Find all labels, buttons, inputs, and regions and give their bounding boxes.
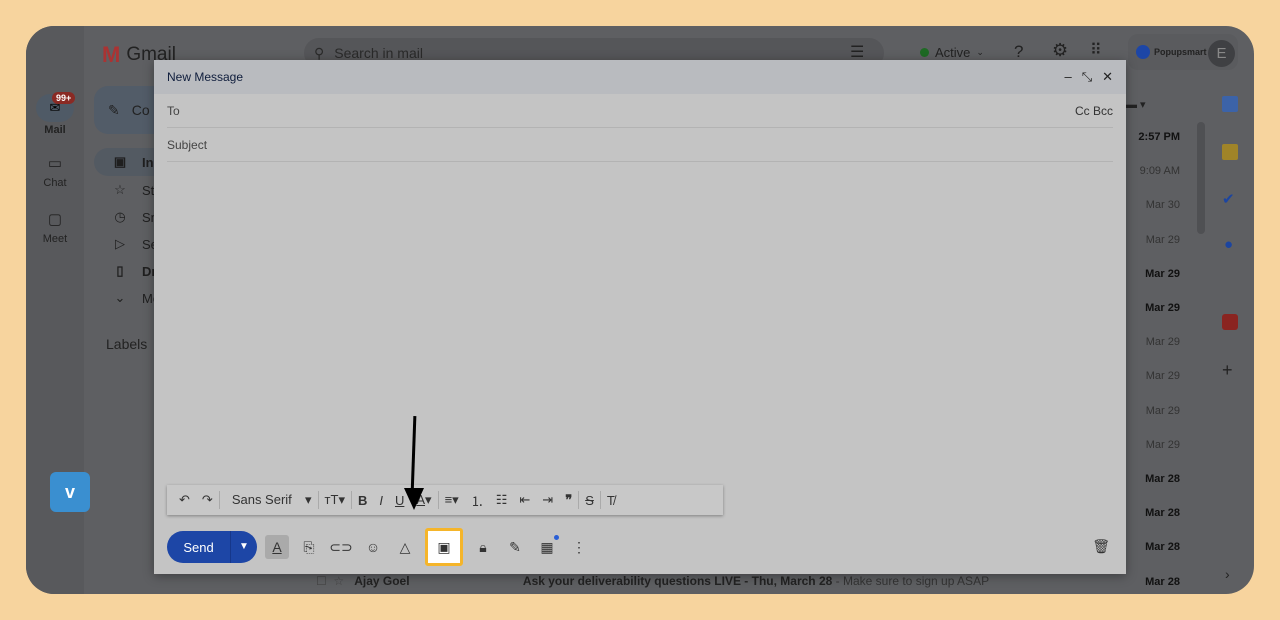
clock-icon: ◷ xyxy=(114,209,126,224)
nav-more[interactable]: ⌄ Mo xyxy=(112,290,161,306)
compose-header: New Message – ⤡ ✕ xyxy=(154,60,1126,94)
status-dropdown[interactable]: Active ⌄ xyxy=(920,45,984,60)
chevron-down-icon: ⌄ xyxy=(114,290,126,305)
calendar-icon[interactable] xyxy=(1222,96,1238,112)
rail-mail[interactable]: Mail xyxy=(26,124,84,136)
rail-meet[interactable]: ▢ Meet xyxy=(26,210,84,245)
text-size-icon[interactable]: тT▾ xyxy=(319,492,351,508)
send-button[interactable]: Send ▼ xyxy=(167,531,257,563)
vimeo-widget-icon[interactable]: v xyxy=(50,472,90,512)
clear-formatting-icon[interactable]: T̸ xyxy=(601,493,621,508)
search-input[interactable]: Search in mail xyxy=(334,45,423,61)
help-icon[interactable]: ? xyxy=(1014,42,1023,62)
undo-icon[interactable]: ↶ xyxy=(173,492,196,508)
chevron-right-icon[interactable]: › xyxy=(1225,566,1230,582)
send-label: Send xyxy=(183,539,214,555)
insert-photo-icon[interactable]: ▣ xyxy=(425,528,463,566)
font-label: Sans Serif xyxy=(231,492,292,507)
active-dot-icon xyxy=(920,48,929,57)
subject-field[interactable]: Subject xyxy=(167,128,1113,162)
close-icon[interactable]: ✕ xyxy=(1102,69,1113,85)
chat-icon: ▭ xyxy=(47,155,63,172)
status-label: Active xyxy=(935,45,971,60)
addon-icon[interactable] xyxy=(1222,314,1238,330)
search-options-icon[interactable]: ☰ xyxy=(850,42,864,62)
cc-bcc-link[interactable]: Cc Bcc xyxy=(1075,104,1113,118)
scrollbar[interactable] xyxy=(1197,122,1205,234)
bold-icon[interactable]: B xyxy=(352,493,373,508)
file-icon: ▯ xyxy=(116,263,124,278)
sender: Ajay Goel xyxy=(354,574,410,588)
snippet: - Make sure to sign up ASAP xyxy=(832,574,990,588)
discard-trash-icon[interactable]: 🗑︎ xyxy=(1092,538,1110,555)
attach-icon[interactable]: ⎘ xyxy=(297,535,321,559)
compose-title: New Message xyxy=(167,70,244,84)
confidential-mode-icon[interactable]: 🔒︎ xyxy=(471,535,495,559)
to-label: To xyxy=(167,103,180,118)
pencil-icon: ✎ xyxy=(108,101,120,118)
video-icon: ▢ xyxy=(47,211,63,228)
formatting-toolbar: ↶ ↷ Sans Serif ▾ тT▾ BIU A▾ ≡▾ ⒈ ☷ ⇤ ⇥ ❞ S T̸ xyxy=(167,485,723,515)
email-row[interactable]: ☐ ☆ Ajay Goel Ask your deliverability qu… xyxy=(316,574,989,588)
numbered-list-icon[interactable]: ⒈ xyxy=(465,491,490,510)
emoji-icon[interactable]: ☺ xyxy=(361,535,385,559)
labels-heading: Labels xyxy=(106,336,148,352)
keep-icon[interactable] xyxy=(1222,144,1238,160)
chat-label: Chat xyxy=(43,177,67,189)
tasks-icon[interactable]: ✔ xyxy=(1222,190,1235,208)
minimize-icon[interactable]: – xyxy=(1064,69,1071,85)
compose-label: Co xyxy=(131,102,150,118)
italic-icon[interactable]: I xyxy=(373,493,389,508)
exit-fullscreen-icon[interactable]: ⤡ xyxy=(1082,69,1092,85)
drive-icon[interactable]: △ xyxy=(393,535,417,559)
search-icon: ⚲ xyxy=(314,44,325,61)
quote-icon[interactable]: ❞ xyxy=(559,492,578,508)
bulleted-list-icon[interactable]: ☷ xyxy=(490,492,514,508)
star-icon: ☆ xyxy=(114,182,126,197)
keyboard-icon[interactable]: ▬ ▾ xyxy=(1126,98,1146,111)
avatar[interactable]: E xyxy=(1208,40,1235,67)
indent-more-icon[interactable]: ⇥ xyxy=(536,492,559,508)
apps-grid-icon[interactable]: ⠿ xyxy=(1090,40,1102,60)
link-icon[interactable]: ⊂⊃ xyxy=(329,535,353,559)
subject: Ask your deliverability questions LIVE -… xyxy=(522,574,833,588)
email-date: Mar 28 xyxy=(1145,575,1180,588)
font-select[interactable]: Sans Serif ▾ xyxy=(220,492,318,508)
signature-icon[interactable]: ✎ xyxy=(503,535,527,559)
unread-badge: 99+ xyxy=(52,92,76,104)
schedule-send-icon[interactable]: ▦ xyxy=(535,535,559,559)
to-field[interactable]: To Cc Bcc xyxy=(167,94,1113,128)
add-icon[interactable]: + xyxy=(1222,360,1233,381)
popupsmart-logo-icon xyxy=(1136,45,1150,59)
strikethrough-icon[interactable]: S xyxy=(579,493,600,508)
settings-gear-icon[interactable]: ⚙ xyxy=(1052,40,1068,61)
more-options-icon[interactable]: ⋮ xyxy=(567,535,591,559)
send-icon: ▷ xyxy=(115,236,125,251)
send-options-icon[interactable]: ▼ xyxy=(230,531,257,563)
indent-less-icon[interactable]: ⇤ xyxy=(513,492,536,508)
inbox-icon: ▣ xyxy=(113,154,127,169)
meet-label: Meet xyxy=(42,233,68,245)
gmail-m-icon: M xyxy=(102,42,121,67)
annotation-arrowhead xyxy=(404,488,424,510)
contacts-icon[interactable]: ● xyxy=(1224,236,1233,253)
align-icon[interactable]: ≡▾ xyxy=(439,492,465,508)
rail-chat[interactable]: ▭ Chat xyxy=(26,154,84,189)
brand-name: Popupsmart xyxy=(1154,47,1207,57)
subject-input[interactable]: Subject xyxy=(167,138,207,152)
redo-icon[interactable]: ↷ xyxy=(196,492,219,508)
formatting-options-icon[interactable]: A xyxy=(265,535,289,559)
compose-actions: Send ▼ A ⎘ ⊂⊃ ☺ △ ▣ 🔒︎ ✎ ▦ ⋮ xyxy=(167,528,591,566)
compose-dialog: New Message – ⤡ ✕ To Cc Bcc Subject ↶ ↷ Sans… xyxy=(154,60,1126,574)
